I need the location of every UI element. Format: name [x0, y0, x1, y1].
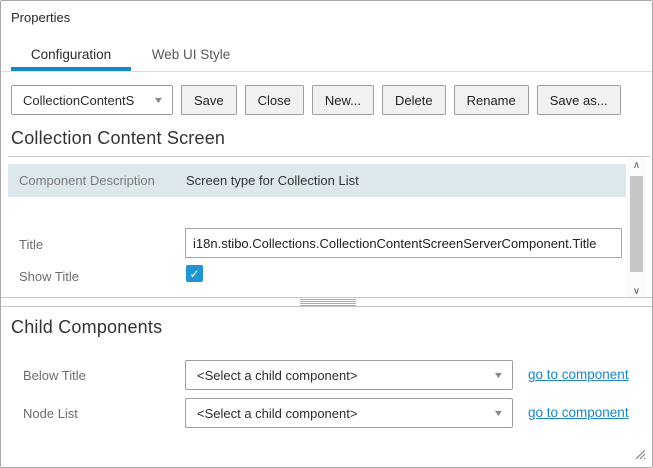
below-title-label: Below Title	[23, 368, 86, 383]
section-heading-configuration: Collection Content Screen	[11, 128, 225, 149]
tab-web-ui-style-label: Web UI Style	[152, 47, 231, 62]
toolbar: CollectionContentS ▼ Save Close New... D…	[11, 85, 621, 115]
component-description-value: Screen type for Collection List	[186, 173, 359, 188]
delete-button[interactable]: Delete	[382, 85, 446, 115]
splitter-grip-icon	[300, 299, 356, 306]
node-list-label: Node List	[23, 406, 78, 421]
chevron-down-icon: ▼	[153, 96, 165, 105]
checkmark-icon: ✓	[189, 267, 199, 281]
below-title-goto-link[interactable]: go to component	[528, 367, 629, 382]
rename-button[interactable]: Rename	[454, 85, 529, 115]
save-button[interactable]: Save	[181, 85, 237, 115]
node-list-select-value: <Select a child component>	[197, 406, 357, 421]
component-description-row: Component Description Screen type for Co…	[8, 164, 626, 197]
tab-web-ui-style[interactable]: Web UI Style	[131, 41, 251, 67]
title-input[interactable]	[185, 228, 622, 258]
node-list-select[interactable]: <Select a child component> ▼	[185, 398, 513, 428]
tabbar-divider	[1, 71, 653, 72]
component-select[interactable]: CollectionContentS ▼	[11, 85, 173, 115]
scrollbar-thumb[interactable]	[630, 176, 643, 272]
node-list-goto-link[interactable]: go to component	[528, 405, 629, 420]
new-button[interactable]: New...	[312, 85, 374, 115]
show-title-checkbox[interactable]: ✓	[186, 265, 203, 282]
vertical-scrollbar[interactable]: ∧ ∨	[627, 157, 646, 299]
tab-configuration-label: Configuration	[31, 47, 111, 62]
panel-title: Properties	[11, 10, 70, 25]
component-description-label: Component Description	[8, 173, 186, 188]
horizontal-splitter[interactable]	[1, 297, 653, 307]
below-title-select-value: <Select a child component>	[197, 368, 357, 383]
show-title-label: Show Title	[19, 269, 79, 284]
below-title-select[interactable]: <Select a child component> ▼	[185, 360, 513, 390]
save-as-button[interactable]: Save as...	[537, 85, 621, 115]
section-divider	[8, 156, 650, 157]
properties-panel: Properties Configuration Web UI Style Co…	[0, 0, 653, 468]
scroll-up-icon[interactable]: ∧	[627, 157, 646, 173]
resize-grip-icon[interactable]	[632, 446, 646, 460]
tab-bar: Configuration Web UI Style	[11, 41, 251, 67]
tab-configuration[interactable]: Configuration	[11, 41, 131, 67]
component-select-value: CollectionContentS	[23, 93, 134, 108]
close-button[interactable]: Close	[245, 85, 304, 115]
chevron-down-icon: ▼	[493, 371, 505, 380]
title-label: Title	[19, 237, 43, 252]
section-heading-children: Child Components	[11, 317, 162, 338]
chevron-down-icon: ▼	[493, 409, 505, 418]
